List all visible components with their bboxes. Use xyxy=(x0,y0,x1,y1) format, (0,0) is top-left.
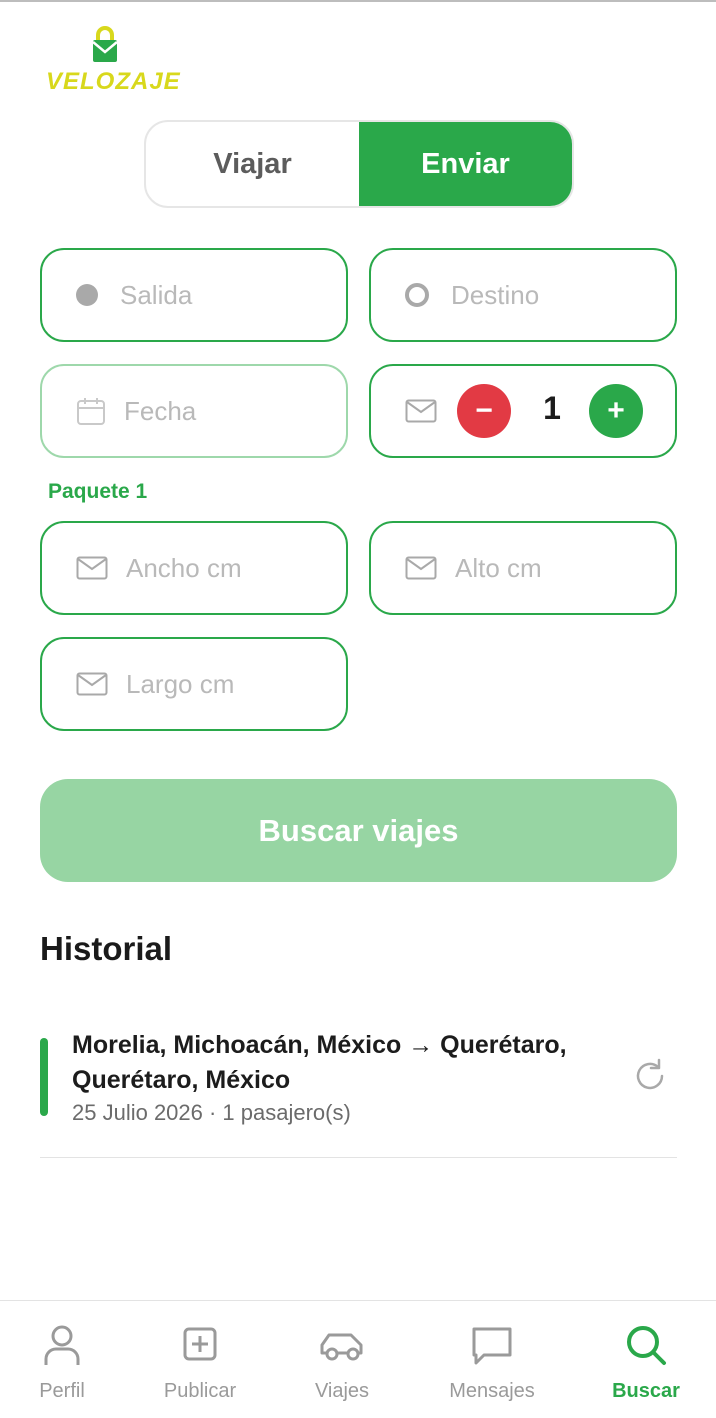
envelope-icon xyxy=(76,556,108,580)
package-count: 1 xyxy=(543,390,561,426)
user-icon xyxy=(42,1323,82,1372)
envelope-icon xyxy=(405,556,437,580)
nav-label: Publicar xyxy=(163,1380,237,1402)
nav-label: Perfil xyxy=(39,1380,85,1402)
nav-label: Viajes xyxy=(314,1380,370,1402)
nav-label: Mensajes xyxy=(449,1380,535,1402)
height-placeholder: Alto cm xyxy=(455,552,542,583)
height-field[interactable]: Alto cm xyxy=(369,521,677,615)
history-route: Morelia, Michoacán, México → Querétaro, … xyxy=(72,1031,567,1094)
history-item[interactable]: Morelia, Michoacán, México → Querétaro, … xyxy=(40,1020,677,1158)
length-placeholder: Largo cm xyxy=(126,668,235,699)
history-meta: 25 Julio 2026 · 1 pasajero(s) xyxy=(72,1100,351,1125)
date-placeholder: Fecha xyxy=(124,395,197,426)
calendar-icon xyxy=(76,396,106,426)
top-divider xyxy=(0,0,716,2)
search-icon xyxy=(624,1323,668,1372)
plus-square-icon xyxy=(180,1323,220,1372)
width-placeholder: Ancho cm xyxy=(126,552,242,583)
envelope-icon xyxy=(76,672,108,696)
mode-toggle: Viajar Enviar xyxy=(144,120,574,208)
history-title: Historial xyxy=(40,930,173,967)
car-icon xyxy=(317,1323,367,1372)
origin-placeholder: Salida xyxy=(120,279,193,310)
origin-field[interactable]: Salida xyxy=(40,248,348,342)
bottom-navigation: Perfil Publicar Viajes Mensajes Buscar xyxy=(0,1300,716,1418)
origin-dot-icon xyxy=(76,284,98,306)
nav-item-viajes[interactable]: Viajes xyxy=(272,1323,412,1403)
history-accent-bar xyxy=(40,1038,48,1116)
decrease-button[interactable]: − xyxy=(457,384,511,438)
destination-placeholder: Destino xyxy=(451,279,540,310)
brand-name: VELOZAJE xyxy=(46,68,181,95)
destination-field[interactable]: Destino xyxy=(369,248,677,342)
tab-viajar[interactable]: Viajar xyxy=(146,122,359,206)
increase-button[interactable]: + xyxy=(589,384,643,438)
date-field[interactable]: Fecha xyxy=(40,364,348,458)
nav-item-perfil[interactable]: Perfil xyxy=(0,1323,132,1403)
width-field[interactable]: Ancho cm xyxy=(40,521,348,615)
tab-enviar[interactable]: Enviar xyxy=(359,122,572,206)
nav-item-mensajes[interactable]: Mensajes xyxy=(422,1323,562,1403)
message-icon xyxy=(470,1323,514,1372)
refresh-icon[interactable] xyxy=(630,1056,670,1101)
logo-bag-icon xyxy=(92,26,118,62)
nav-item-buscar[interactable]: Buscar xyxy=(576,1323,716,1403)
package-count-stepper: − 1 + xyxy=(369,364,677,458)
brand-logo: VELOZAJE xyxy=(44,26,180,96)
destination-ring-icon xyxy=(405,283,429,307)
search-trips-button[interactable]: Buscar viajes xyxy=(40,779,677,882)
package-label: Paquete 1 xyxy=(48,480,148,503)
nav-item-publicar[interactable]: Publicar xyxy=(130,1323,270,1403)
envelope-icon xyxy=(405,399,437,423)
length-field[interactable]: Largo cm xyxy=(40,637,348,731)
nav-label: Buscar xyxy=(612,1380,680,1402)
